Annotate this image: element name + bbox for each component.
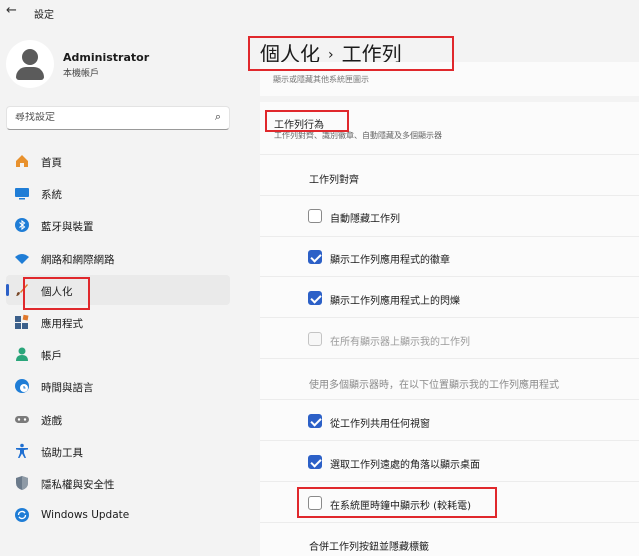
globe-clock-icon	[14, 378, 30, 394]
divider	[260, 481, 639, 482]
divider	[260, 154, 639, 155]
highlight-personalization-nav	[23, 277, 90, 310]
bluetooth-icon	[14, 217, 30, 233]
sidebar-item-gaming[interactable]: 遊戲	[6, 404, 230, 434]
home-icon	[14, 153, 30, 169]
sidebar-item-label: 遊戲	[41, 414, 62, 427]
wifi-icon	[14, 250, 30, 266]
sidebar-item-label: 時間與語言	[41, 382, 94, 395]
sidebar-item-label: 協助工具	[41, 446, 83, 459]
sidebar-item-windows-update[interactable]: Windows Update	[6, 500, 230, 530]
show-desktop-corner-label: 選取工作列遠處的角落以顯示桌面	[330, 460, 480, 471]
user-profile[interactable]: Administrator 本機帳戶	[6, 40, 236, 88]
flashing-checkbox[interactable]	[308, 291, 322, 305]
sidebar-item-label: 帳戶	[41, 350, 62, 363]
apps-icon	[14, 314, 30, 330]
search-box[interactable]: ⌕	[6, 106, 230, 130]
sidebar-item-time-language[interactable]: 時間與語言	[6, 371, 230, 401]
sidebar-item-label: Windows Update	[41, 509, 130, 522]
all-displays-label: 在所有顯示器上顯示我的工作列	[330, 337, 470, 348]
app-title: 設定	[34, 10, 54, 21]
divider	[260, 317, 639, 318]
account-icon	[14, 346, 30, 362]
taskbar-alignment-label: 工作列對齊	[309, 175, 359, 186]
divider	[260, 358, 639, 359]
highlight-page-title	[248, 36, 454, 71]
sidebar-item-label: 網路和網際網路	[41, 253, 115, 266]
account-type: 本機帳戶	[63, 69, 100, 79]
sidebar-item-accounts[interactable]: 帳戶	[6, 339, 230, 369]
avatar	[6, 40, 54, 88]
avatar-head-shape	[22, 49, 38, 65]
avatar-body-shape	[16, 67, 44, 80]
search-icon[interactable]: ⌕	[215, 110, 221, 124]
badges-checkbox[interactable]	[308, 250, 322, 264]
sidebar-item-privacy[interactable]: 隱私權與安全性	[6, 468, 230, 498]
flashing-label: 顯示工作列應用程式上的閃爍	[330, 296, 460, 307]
sidebar-item-bluetooth[interactable]: 藍牙與裝置	[6, 210, 230, 240]
divider	[260, 399, 639, 400]
systray-hint-text: 顯示或隱藏其他系統匣圖示	[273, 75, 369, 84]
sidebar-nav: 首頁 系統 藍牙與裝置 網路和網際網路 個人化 應用程式 帳戶 時間與語言 遊戲…	[6, 146, 230, 532]
sidebar-item-label: 應用程式	[41, 317, 83, 330]
accessibility-icon	[14, 443, 30, 459]
system-icon	[14, 185, 30, 201]
divider	[260, 236, 639, 237]
highlight-behaviors-title	[265, 110, 349, 132]
back-arrow-icon[interactable]: ←	[6, 3, 17, 18]
sidebar-item-accessibility[interactable]: 協助工具	[6, 436, 230, 466]
sidebar-item-label: 隱私權與安全性	[41, 478, 115, 491]
divider	[260, 195, 639, 196]
main-content: 個人化 › 工作列 顯示或隱藏其他系統匣圖示 工作列行為 工作列對齊、識別徽章、自動…	[260, 0, 639, 556]
divider	[260, 440, 639, 441]
auto-hide-checkbox[interactable]	[308, 209, 322, 223]
sidebar-item-network[interactable]: 網路和網際網路	[6, 243, 230, 273]
combine-buttons-label[interactable]: 合併工作列按鈕並隱藏標籤	[309, 538, 429, 553]
highlight-clock-seconds	[297, 487, 497, 518]
show-desktop-corner-checkbox[interactable]	[308, 455, 322, 469]
sidebar-item-system[interactable]: 系統	[6, 178, 230, 208]
divider	[260, 276, 639, 277]
share-window-checkbox[interactable]	[308, 414, 322, 428]
sidebar-item-label: 系統	[41, 189, 62, 202]
sidebar-item-home[interactable]: 首頁	[6, 146, 230, 176]
update-icon	[14, 507, 30, 523]
search-input[interactable]	[15, 112, 195, 123]
all-displays-checkbox	[308, 332, 322, 346]
badges-label: 顯示工作列應用程式的徽章	[330, 255, 450, 266]
divider	[260, 522, 639, 523]
multi-display-label: 使用多個顯示器時，在以下位置顯示我的工作列應用程式	[309, 380, 559, 391]
sidebar-item-apps[interactable]: 應用程式	[6, 307, 230, 337]
sidebar-item-label: 藍牙與裝置	[41, 221, 94, 234]
gamepad-icon	[14, 411, 30, 427]
shield-icon	[14, 475, 30, 491]
sidebar-item-label: 首頁	[41, 157, 62, 169]
active-indicator	[6, 283, 9, 296]
share-window-label: 從工作列共用任何視窗	[330, 419, 430, 430]
auto-hide-label: 自動隱藏工作列	[330, 214, 400, 225]
user-name: Administrator	[63, 51, 150, 64]
